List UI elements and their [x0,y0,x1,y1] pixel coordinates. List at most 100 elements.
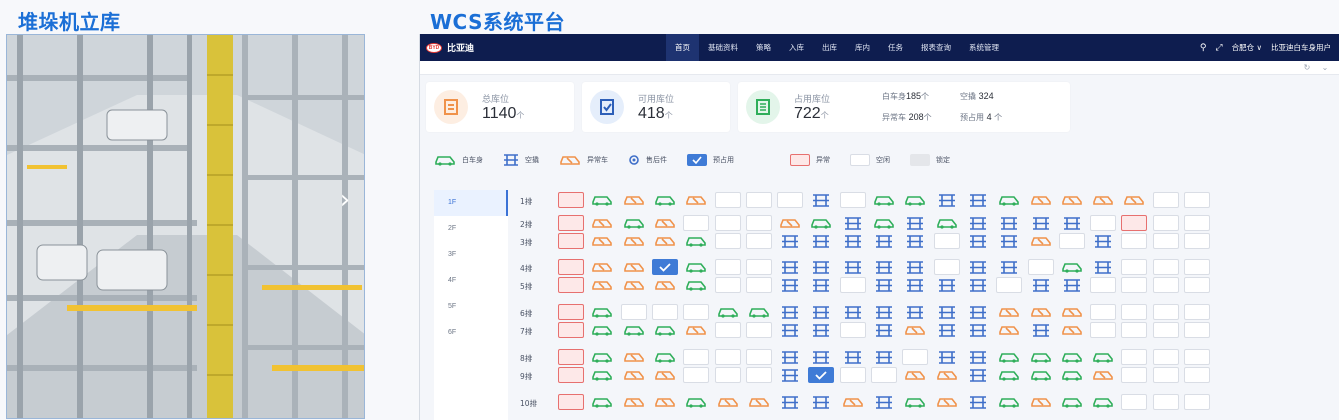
idle-slot[interactable] [1152,192,1179,208]
empty-skid-slot[interactable] [965,349,991,365]
white-body-slot[interactable] [1059,394,1085,410]
white-body-slot[interactable] [1028,349,1054,365]
menu-item-1[interactable]: 基础资料 [699,34,747,61]
idle-slot[interactable] [1121,322,1148,338]
white-body-slot[interactable] [1090,349,1116,365]
empty-skid-slot[interactable] [777,349,803,365]
idle-slot[interactable] [1090,215,1117,231]
abnormal-car-slot[interactable] [996,304,1022,320]
abnormal-car-slot[interactable] [996,322,1022,338]
idle-slot[interactable] [839,277,866,293]
idle-slot[interactable] [839,192,866,208]
white-body-slot[interactable] [589,304,615,320]
idle-slot[interactable] [683,304,710,320]
abnormal-slot[interactable] [558,192,584,208]
empty-skid-slot[interactable] [871,259,897,275]
idle-slot[interactable] [1184,215,1210,231]
empty-skid-slot[interactable] [1028,215,1054,231]
empty-skid-slot[interactable] [808,192,834,208]
idle-slot[interactable] [1152,349,1179,365]
empty-skid-slot[interactable] [1059,215,1085,231]
white-body-slot[interactable] [902,394,928,410]
white-body-slot[interactable] [1059,367,1085,383]
empty-skid-slot[interactable] [840,349,866,365]
menu-item-7[interactable]: 报表查询 [912,34,960,61]
empty-skid-slot[interactable] [965,304,991,320]
idle-slot[interactable] [933,233,960,249]
empty-skid-slot[interactable] [996,215,1022,231]
user-name[interactable]: 比亚迪白车身用户 [1271,42,1331,53]
idle-slot[interactable] [745,259,772,275]
idle-slot[interactable] [745,349,772,365]
location-selector[interactable]: 合肥仓 ∨ [1232,42,1262,53]
abnormal-slot[interactable] [1121,215,1148,231]
idle-slot[interactable] [1152,233,1179,249]
empty-skid-slot[interactable] [777,259,803,275]
brand-logo[interactable]: BYD 比亚迪 [426,41,474,54]
empty-skid-slot[interactable] [777,367,803,383]
empty-skid-slot[interactable] [902,215,928,231]
abnormal-car-slot[interactable] [589,277,615,293]
idle-slot[interactable] [839,367,866,383]
idle-slot[interactable] [714,367,741,383]
idle-slot[interactable] [683,367,710,383]
abnormal-slot[interactable] [558,277,584,293]
abnormal-car-slot[interactable] [589,215,615,231]
empty-skid-slot[interactable] [934,277,960,293]
menu-item-3[interactable]: 入库 [780,34,813,61]
abnormal-car-slot[interactable] [652,367,678,383]
idle-slot[interactable] [714,259,741,275]
white-body-slot[interactable] [902,192,928,208]
menu-item-6[interactable]: 任务 [879,34,912,61]
empty-skid-slot[interactable] [934,349,960,365]
pre-occupied-slot[interactable] [651,259,678,275]
idle-slot[interactable] [1152,277,1179,293]
abnormal-car-slot[interactable] [1121,192,1147,208]
idle-slot[interactable] [1121,277,1148,293]
abnormal-car-slot[interactable] [840,394,866,410]
empty-skid-slot[interactable] [934,304,960,320]
abnormal-slot[interactable] [558,215,584,231]
empty-skid-slot[interactable] [808,304,834,320]
idle-slot[interactable] [714,349,741,365]
abnormal-car-slot[interactable] [652,233,678,249]
idle-slot[interactable] [1090,277,1117,293]
idle-slot[interactable] [714,233,741,249]
empty-skid-slot[interactable] [840,215,866,231]
pre-occupied-slot[interactable] [808,367,835,383]
white-body-slot[interactable] [621,215,647,231]
empty-skid-slot[interactable] [902,233,928,249]
white-body-slot[interactable] [746,304,772,320]
empty-skid-slot[interactable] [777,304,803,320]
empty-skid-slot[interactable] [777,277,803,293]
white-body-slot[interactable] [589,322,615,338]
idle-slot[interactable] [902,349,929,365]
search-icon[interactable]: ⚲ [1200,43,1207,53]
empty-skid-slot[interactable] [840,233,866,249]
abnormal-slot[interactable] [558,367,584,383]
white-body-slot[interactable] [1028,367,1054,383]
white-body-slot[interactable] [996,349,1022,365]
idle-slot[interactable] [683,349,710,365]
idle-slot[interactable] [745,322,772,338]
abnormal-car-slot[interactable] [1028,192,1054,208]
empty-skid-slot[interactable] [777,394,803,410]
white-body-slot[interactable] [621,322,647,338]
refresh-icon[interactable]: ↻ [1301,63,1313,73]
abnormal-car-slot[interactable] [1090,192,1116,208]
idle-slot[interactable] [1121,394,1148,410]
empty-skid-slot[interactable] [965,215,991,231]
abnormal-car-slot[interactable] [621,233,647,249]
idle-slot[interactable] [714,322,741,338]
empty-skid-slot[interactable] [871,277,897,293]
floor-tab-2F[interactable]: 2F [434,216,508,242]
white-body-slot[interactable] [652,349,678,365]
abnormal-car-slot[interactable] [934,394,960,410]
white-body-slot[interactable] [996,394,1022,410]
idle-slot[interactable] [1184,322,1210,338]
abnormal-car-slot[interactable] [683,192,709,208]
idle-slot[interactable] [1152,394,1179,410]
idle-slot[interactable] [1090,304,1117,320]
abnormal-car-slot[interactable] [1059,304,1085,320]
idle-slot[interactable] [745,215,772,231]
